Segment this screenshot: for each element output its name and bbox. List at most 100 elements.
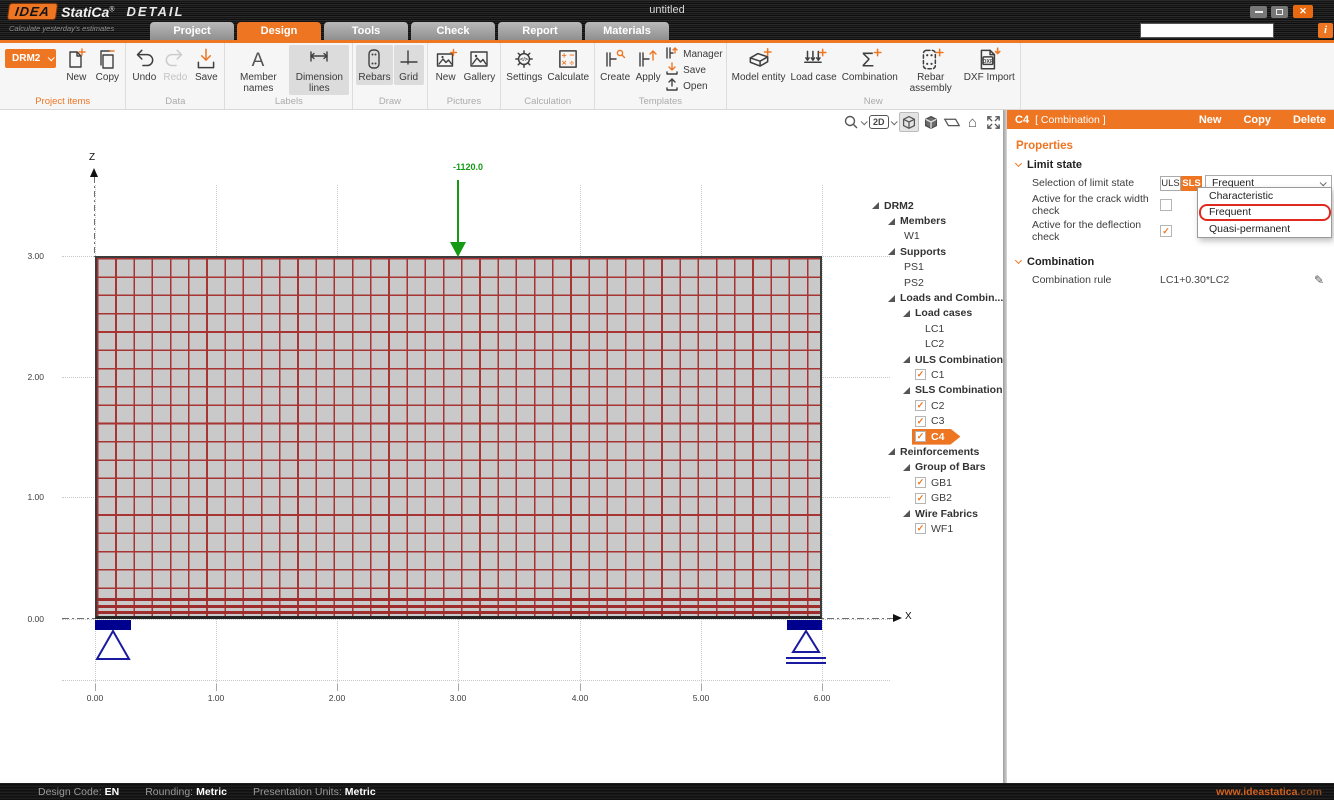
tree-item-members[interactable]: Members xyxy=(866,213,1002,228)
tree-item-c2[interactable]: ✓C2 xyxy=(866,398,1002,413)
checkbox-checked[interactable]: ✓ xyxy=(915,369,926,380)
support-plate-ps2[interactable] xyxy=(787,620,822,630)
close-button[interactable]: ✕ xyxy=(1293,5,1313,18)
tree-item-ps1[interactable]: PS1 xyxy=(866,260,1002,275)
tree-item-gb2[interactable]: ✓GB2 xyxy=(866,490,1002,505)
tree-item-lc1[interactable]: LC1 xyxy=(866,321,1002,336)
checkbox-checked[interactable]: ✓ xyxy=(915,431,926,442)
tree-item-c3[interactable]: ✓C3 xyxy=(866,413,1002,428)
deflection-checkbox[interactable]: ✓ xyxy=(1160,225,1172,237)
new-picture-button[interactable]: New xyxy=(431,45,461,85)
settings-button[interactable]: </> Settings xyxy=(504,45,544,85)
calculate-button[interactable]: +−×÷ Calculate xyxy=(545,45,591,85)
expander-icon[interactable] xyxy=(903,387,910,394)
copy-project-item-button[interactable]: Copy xyxy=(92,45,122,85)
expander-icon[interactable] xyxy=(872,202,879,209)
view-mode-button[interactable]: 2D xyxy=(869,112,896,132)
tab-design[interactable]: Design xyxy=(237,22,321,40)
save-button[interactable]: Save xyxy=(191,45,221,85)
panel-new-button[interactable]: New xyxy=(1199,114,1222,126)
solid-view-button[interactable] xyxy=(922,112,940,132)
new-load-case-button[interactable]: Load case xyxy=(789,45,839,85)
template-save-button[interactable]: Save xyxy=(664,63,722,78)
template-manager-button[interactable]: Manager xyxy=(664,47,722,62)
uls-toggle-button[interactable]: ULS xyxy=(1160,176,1181,191)
rebars-toggle[interactable]: Rebars xyxy=(356,45,392,85)
dimension-lines-toggle[interactable]: Dimension lines xyxy=(289,45,349,95)
tree-item-wire-fabrics[interactable]: Wire Fabrics xyxy=(866,506,1002,521)
expander-icon[interactable] xyxy=(888,248,895,255)
dropdown-option-frequent[interactable]: Frequent xyxy=(1198,204,1331,220)
tree-item-group-of-bars[interactable]: Group of Bars xyxy=(866,460,1002,475)
undo-button[interactable]: Undo xyxy=(129,45,159,85)
tree-item-ps2[interactable]: PS2 xyxy=(866,275,1002,290)
tab-check[interactable]: Check xyxy=(411,22,495,40)
checkbox-checked[interactable]: ✓ xyxy=(915,400,926,411)
clipping-plane-button[interactable] xyxy=(943,112,961,132)
tab-project[interactable]: Project xyxy=(150,22,234,40)
expander-icon[interactable] xyxy=(903,356,910,363)
point-load-arrow[interactable] xyxy=(457,180,459,244)
expander-icon[interactable] xyxy=(888,448,895,455)
edit-pencil-icon[interactable]: ✎ xyxy=(1314,273,1324,287)
panel-copy-button[interactable]: Copy xyxy=(1243,114,1271,126)
tab-report[interactable]: Report xyxy=(498,22,582,40)
checkbox-checked[interactable]: ✓ xyxy=(915,416,926,427)
tree-item-reinforcements[interactable]: Reinforcements xyxy=(866,444,1002,459)
tab-materials[interactable]: Materials xyxy=(585,22,669,40)
support-plate-ps1[interactable] xyxy=(95,620,131,630)
grid-toggle[interactable]: Grid xyxy=(394,45,424,85)
template-open-button[interactable]: Open xyxy=(664,79,722,94)
expander-icon[interactable] xyxy=(888,295,895,302)
expander-icon[interactable] xyxy=(903,510,910,517)
new-project-item-button[interactable]: New xyxy=(61,45,91,85)
minimize-button[interactable] xyxy=(1250,6,1267,18)
tree-item-uls-combinations[interactable]: ULS Combinations xyxy=(866,352,1002,367)
tree-item-load-cases[interactable]: Load cases xyxy=(866,306,1002,321)
tree-item-supports[interactable]: Supports xyxy=(866,244,1002,259)
tree-item-sls-combinations[interactable]: SLS Combinations xyxy=(866,383,1002,398)
tree-item-loads-combinations[interactable]: Loads and Combin... xyxy=(866,290,1002,305)
website-link[interactable]: www.ideastatica.com xyxy=(1216,786,1334,798)
tree-item-lc2[interactable]: LC2 xyxy=(866,337,1002,352)
dropdown-option-characteristic[interactable]: Characteristic xyxy=(1198,188,1331,204)
new-model-entity-button[interactable]: Model entity xyxy=(730,45,788,85)
expander-icon[interactable] xyxy=(903,310,910,317)
tab-tools[interactable]: Tools xyxy=(324,22,408,40)
roller-support-icon-ps2[interactable] xyxy=(789,630,825,654)
tree-item-c1[interactable]: ✓C1 xyxy=(866,367,1002,382)
panel-delete-button[interactable]: Delete xyxy=(1293,114,1326,126)
template-apply-button[interactable]: Apply xyxy=(633,45,663,85)
checkbox-checked[interactable]: ✓ xyxy=(915,523,926,534)
tree-item-wf1[interactable]: ✓WF1 xyxy=(866,521,1002,536)
project-item-combo[interactable]: DRM2 xyxy=(5,49,56,68)
combination-group-header[interactable]: Combination xyxy=(1016,256,1334,268)
maximize-button[interactable] xyxy=(1271,6,1288,18)
dropdown-option-quasi-permanent[interactable]: Quasi-permanent xyxy=(1198,221,1331,237)
tree-item-gb1[interactable]: ✓GB1 xyxy=(866,475,1002,490)
gallery-button[interactable]: Gallery xyxy=(462,45,498,85)
tree-item-c4-selected[interactable]: ✓C4 xyxy=(866,429,1002,444)
expander-icon[interactable] xyxy=(888,218,895,225)
crack-width-checkbox[interactable] xyxy=(1160,199,1172,211)
search-box[interactable] xyxy=(1140,23,1274,38)
model-canvas[interactable]: 2D ⌂ Z X -1120.0 0.00 1.0 xyxy=(0,110,1003,783)
dxf-import-button[interactable]: DXF DXF Import xyxy=(962,45,1017,85)
member-names-toggle[interactable]: A Member names xyxy=(228,45,288,95)
tree-item-w1[interactable]: W1 xyxy=(866,229,1002,244)
pin-support-icon-ps1[interactable] xyxy=(95,630,135,662)
home-view-button[interactable]: ⌂ xyxy=(964,112,982,132)
template-create-button[interactable]: Create xyxy=(598,45,632,85)
limit-state-group-header[interactable]: Limit state xyxy=(1016,159,1334,171)
beam-member-w1[interactable] xyxy=(95,256,822,619)
zoom-tool-button[interactable] xyxy=(843,112,866,132)
wireframe-view-button[interactable] xyxy=(899,112,919,132)
info-button[interactable]: i xyxy=(1318,23,1333,38)
checkbox-checked[interactable]: ✓ xyxy=(915,493,926,504)
new-rebar-assembly-button[interactable]: Rebar assembly xyxy=(901,45,961,95)
zoom-extents-button[interactable] xyxy=(985,112,1003,132)
search-input[interactable] xyxy=(1141,25,1277,37)
tree-item-drm2[interactable]: DRM2 xyxy=(866,198,1002,213)
expander-icon[interactable] xyxy=(903,464,910,471)
new-combination-button[interactable]: Σ Combination xyxy=(840,45,900,85)
